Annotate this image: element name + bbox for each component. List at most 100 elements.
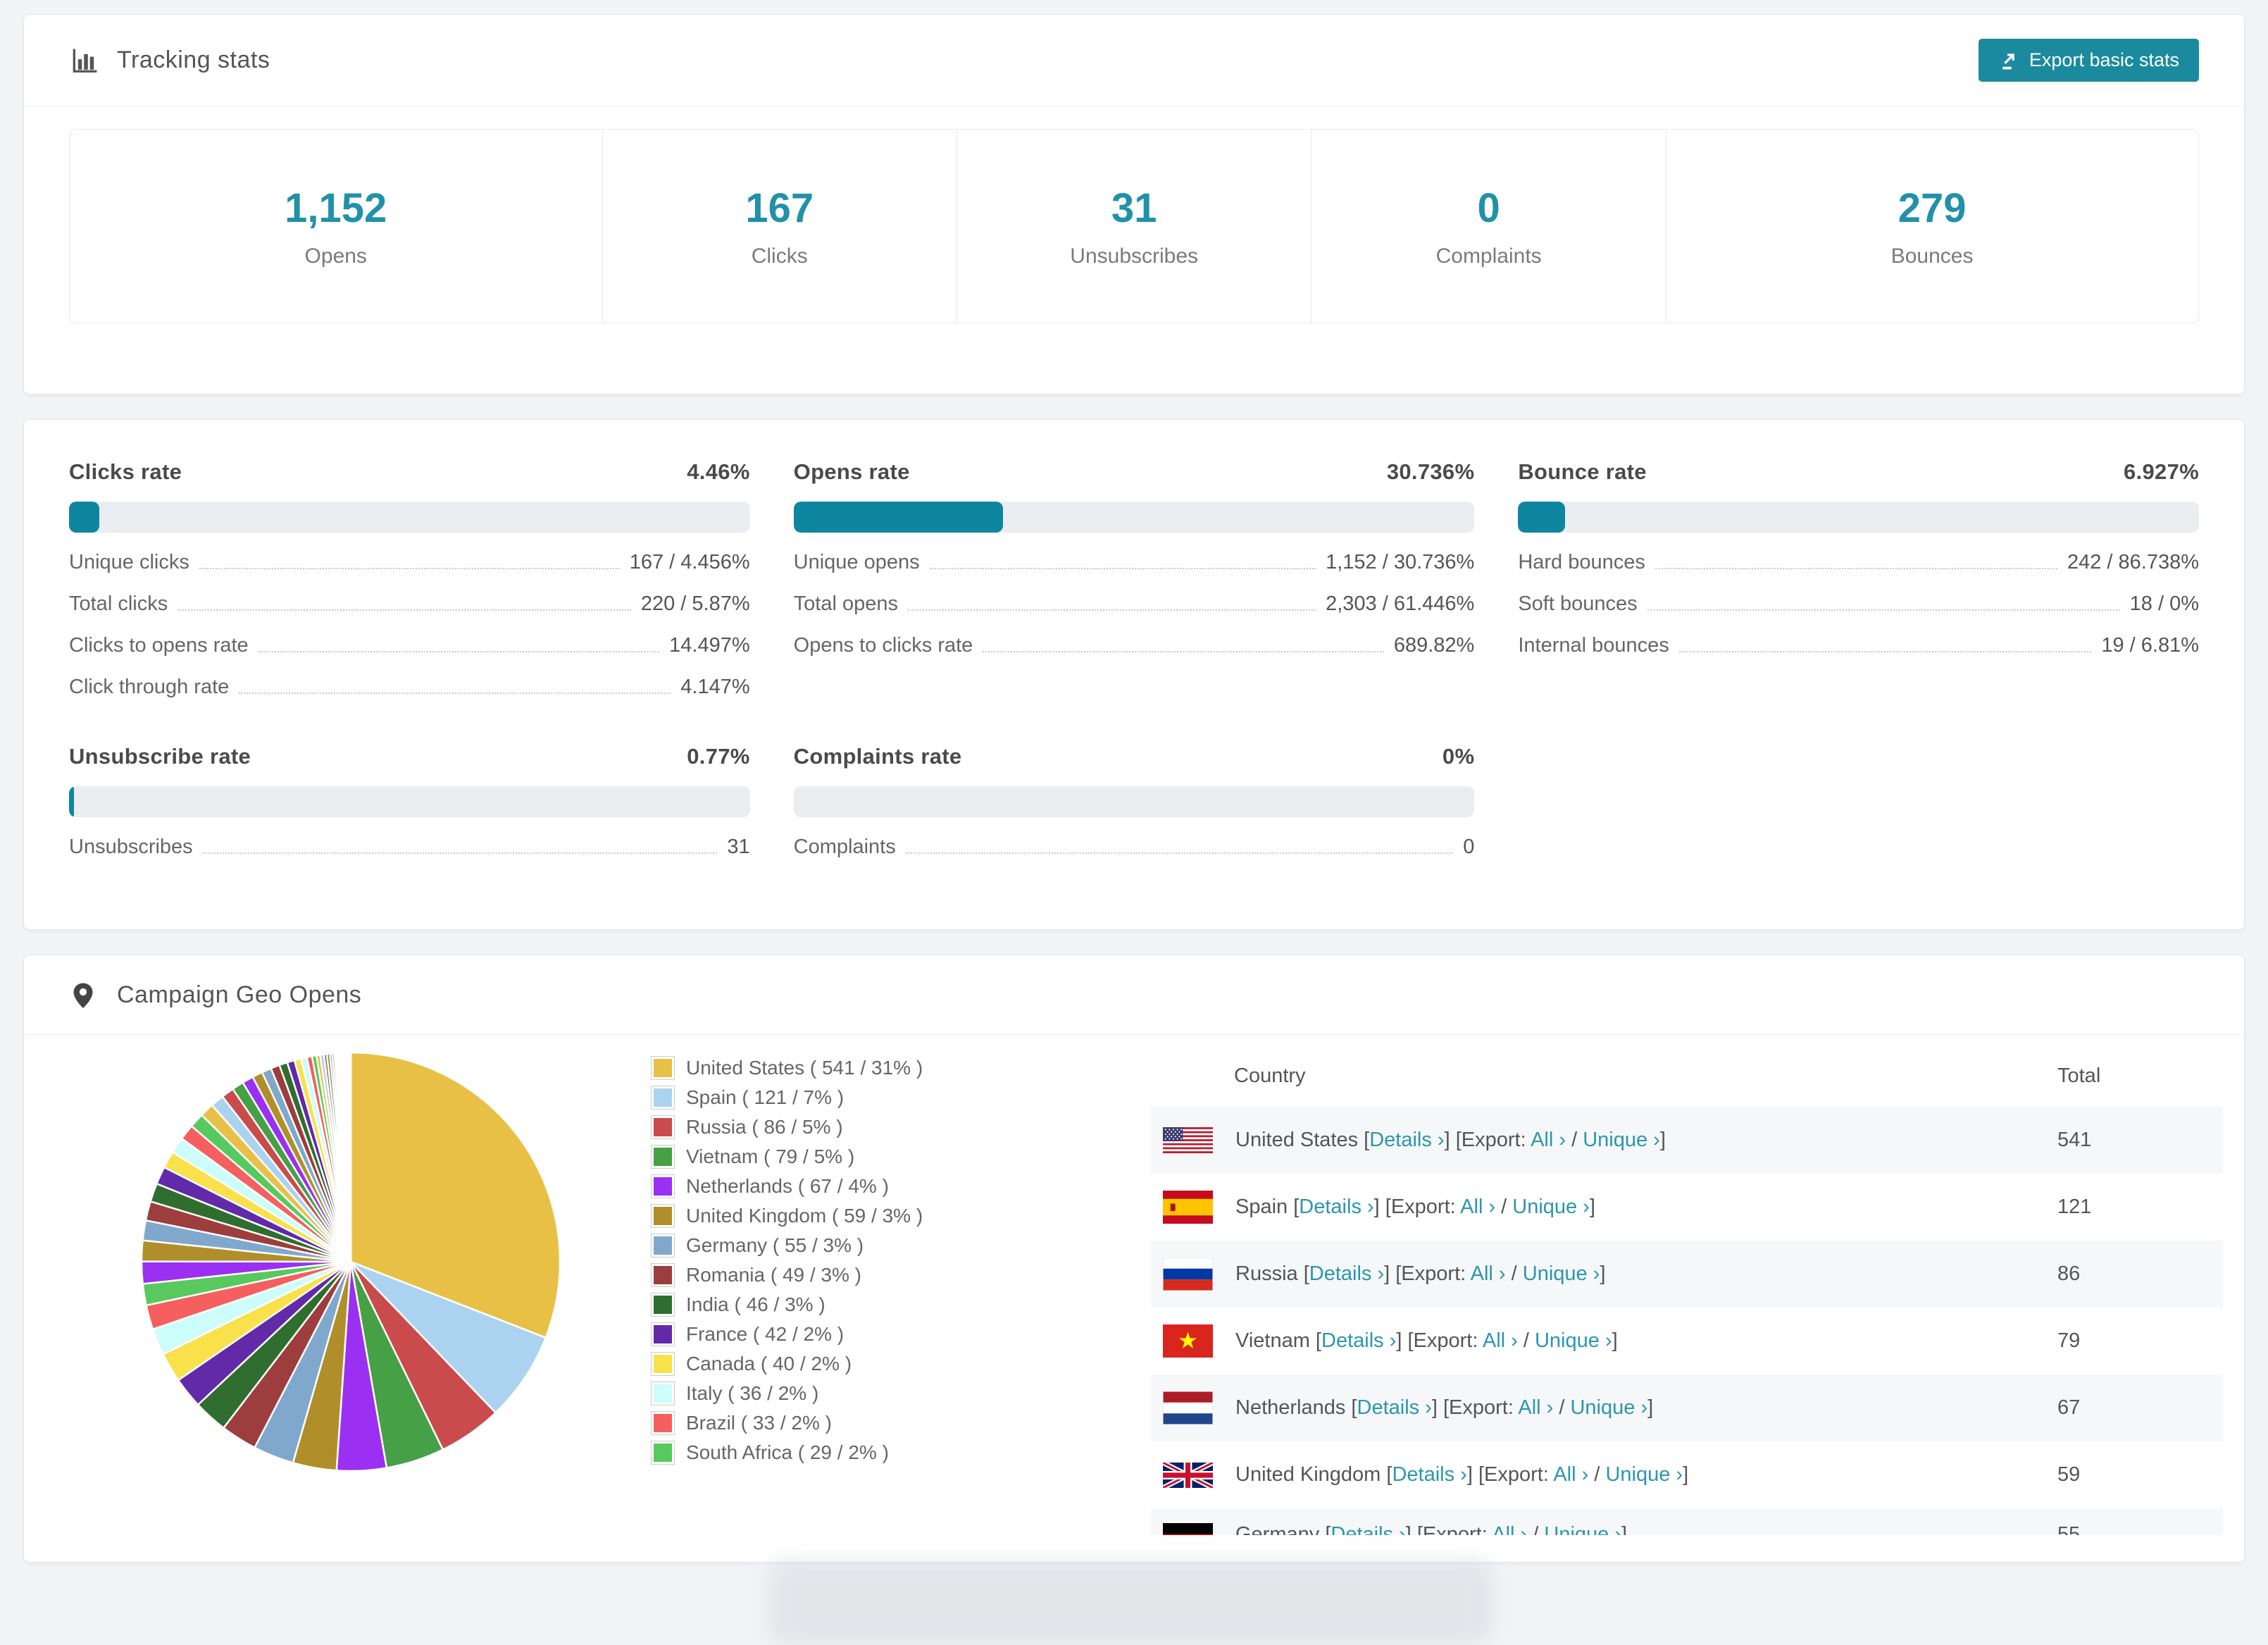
export-unique-link[interactable]: Unique › <box>1570 1396 1647 1419</box>
export-all-link[interactable]: All › <box>1483 1329 1518 1352</box>
legend-swatch <box>651 1234 675 1258</box>
detail-value: 2,303 / 61.446% <box>1326 592 1475 615</box>
details-link[interactable]: Details › <box>1392 1463 1466 1486</box>
legend-swatch <box>651 1322 675 1346</box>
stat-value: 31 <box>1111 185 1157 231</box>
details-link[interactable]: Details › <box>1321 1329 1396 1352</box>
rate-block-opens-rate: Opens rate 30.736% Unique opens 1,152 / 30.… <box>793 459 1475 699</box>
detail-value: 4.147% <box>680 676 750 698</box>
summary-stats-wrap: 1,152 Opens 167 Clicks 31 Unsubscribes 0 Compla… <box>24 106 2244 394</box>
flag-icon-ru <box>1163 1258 1213 1291</box>
export-unique-link[interactable]: Unique › <box>1583 1129 1660 1151</box>
rate-title: Complaints rate <box>793 744 962 769</box>
rate-block-complaints-rate: Complaints rate 0% Complaints 0 <box>793 744 1475 859</box>
detail-value: 689.82% <box>1393 634 1475 657</box>
detail-label: Total opens <box>793 592 898 615</box>
stat-label: Opens <box>304 244 367 268</box>
rate-detail-row: Internal bounces 19 / 6.81% <box>1518 634 2199 657</box>
detail-value: 0 <box>1463 836 1475 858</box>
stat-label: Complaints <box>1435 244 1542 268</box>
country-name: United States <box>1235 1129 1359 1151</box>
legend-item-spain: Spain ( 121 / 7% ) <box>651 1083 923 1112</box>
dotted-leader <box>1678 651 2092 652</box>
legend-swatch <box>651 1293 675 1317</box>
total-cell: 121 <box>2057 1196 2092 1218</box>
legend-label: India ( 46 / 3% ) <box>686 1293 825 1315</box>
export-unique-link[interactable]: Unique › <box>1544 1523 1621 1535</box>
progress-bar <box>69 502 750 533</box>
country-name: Germany <box>1235 1523 1320 1535</box>
total-cell: 67 <box>2057 1396 2081 1419</box>
legend-label: Vietnam ( 79 / 5% ) <box>686 1146 855 1167</box>
rate-detail-row: Clicks to opens rate 14.497% <box>69 634 750 657</box>
detail-label: Total clicks <box>69 592 168 615</box>
flag-icon-de <box>1163 1523 1213 1535</box>
stat-label: Unsubscribes <box>1070 244 1199 268</box>
geo-table-header: Country Total <box>1151 1045 2223 1107</box>
export-unique-link[interactable]: Unique › <box>1605 1463 1683 1486</box>
rate-block-clicks-rate: Clicks rate 4.46% Unique clicks 167 / 4.456… <box>69 459 750 699</box>
pie-slice-other[interactable] <box>349 1051 352 1262</box>
dotted-leader <box>905 852 1454 854</box>
export-all-link[interactable]: All › <box>1492 1523 1527 1535</box>
country-name: Spain <box>1235 1196 1288 1218</box>
progress-bar-fill <box>69 786 75 817</box>
progress-bar-fill <box>1518 502 1566 533</box>
blurred-overlay <box>768 1560 1493 1645</box>
export-unique-link[interactable]: Unique › <box>1512 1196 1590 1218</box>
legend-item-germany: Germany ( 55 / 3% ) <box>651 1231 923 1260</box>
rate-detail-row: Hard bounces 242 / 86.738% <box>1518 551 2199 574</box>
rate-detail-row: Unsubscribes 31 <box>69 836 750 859</box>
details-link[interactable]: Details › <box>1299 1196 1373 1218</box>
dotted-leader <box>258 651 660 652</box>
rates-grid: Clicks rate 4.46% Unique clicks 167 / 4.456… <box>24 420 2244 929</box>
rate-detail-row: Click through rate 4.147% <box>69 676 750 699</box>
detail-label: Internal bounces <box>1518 634 1669 657</box>
rate-detail-row: Opens to clicks rate 689.82% <box>794 634 1475 657</box>
dotted-leader <box>239 693 671 694</box>
export-all-link[interactable]: All › <box>1553 1463 1588 1486</box>
detail-value: 167 / 4.456% <box>629 551 750 573</box>
rate-value: 0% <box>1442 744 1475 769</box>
rate-title: Clicks rate <box>69 459 182 484</box>
export-unique-link[interactable]: Unique › <box>1523 1262 1600 1285</box>
legend-label: South Africa ( 29 / 2% ) <box>686 1441 889 1463</box>
page-title: Tracking stats <box>117 46 270 73</box>
detail-value: 1,152 / 30.736% <box>1326 551 1475 573</box>
dotted-leader <box>202 852 718 854</box>
geo-row-united-kingdom: United Kingdom [Details ›] [Export: All … <box>1151 1441 2223 1508</box>
rate-title: Bounce rate <box>1518 459 1647 484</box>
export-all-link[interactable]: All › <box>1518 1396 1553 1419</box>
map-pin-icon <box>69 979 100 1010</box>
flag-icon-nl <box>1163 1391 1213 1424</box>
legend-swatch <box>651 1056 675 1080</box>
details-link[interactable]: Details › <box>1309 1262 1384 1285</box>
legend-swatch <box>651 1115 675 1139</box>
country-name: United Kingdom <box>1235 1463 1381 1486</box>
detail-label: Hard bounces <box>1518 551 1645 573</box>
dotted-leader <box>983 651 1384 652</box>
geo-table-rows: United States [Details ›] [Export: All ›… <box>1151 1107 2223 1535</box>
geo-row-vietnam: Vietnam [Details ›] [Export: All › / Uni… <box>1151 1308 2223 1374</box>
detail-value: 18 / 0% <box>2129 592 2199 615</box>
export-all-link[interactable]: All › <box>1460 1196 1495 1218</box>
legend-swatch <box>651 1382 675 1405</box>
details-link[interactable]: Details › <box>1331 1523 1405 1535</box>
rate-detail-row: Total opens 2,303 / 61.446% <box>794 592 1475 616</box>
export-basic-stats-button[interactable]: Export basic stats <box>1978 39 2199 82</box>
rates-card: Clicks rate 4.46% Unique clicks 167 / 4.456… <box>23 419 2245 930</box>
legend-label: Brazil ( 33 / 2% ) <box>686 1412 832 1434</box>
details-link[interactable]: Details › <box>1357 1396 1432 1419</box>
export-all-link[interactable]: All › <box>1471 1262 1506 1285</box>
dotted-leader <box>1655 568 2057 569</box>
progress-bar <box>69 786 750 817</box>
summary-stat-unsubscribes: 31 Unsubscribes <box>956 130 1311 323</box>
details-link[interactable]: Details › <box>1369 1129 1444 1151</box>
campaign-geo-opens-card: Campaign Geo Opens United States ( 541 /… <box>23 955 2245 1563</box>
geo-row-united-states: United States [Details ›] [Export: All ›… <box>1151 1107 2223 1174</box>
export-all-link[interactable]: All › <box>1531 1129 1566 1151</box>
dotted-leader <box>199 568 620 569</box>
rate-value: 30.736% <box>1386 459 1475 484</box>
export-unique-link[interactable]: Unique › <box>1535 1329 1612 1352</box>
stat-value: 1,152 <box>285 185 387 231</box>
